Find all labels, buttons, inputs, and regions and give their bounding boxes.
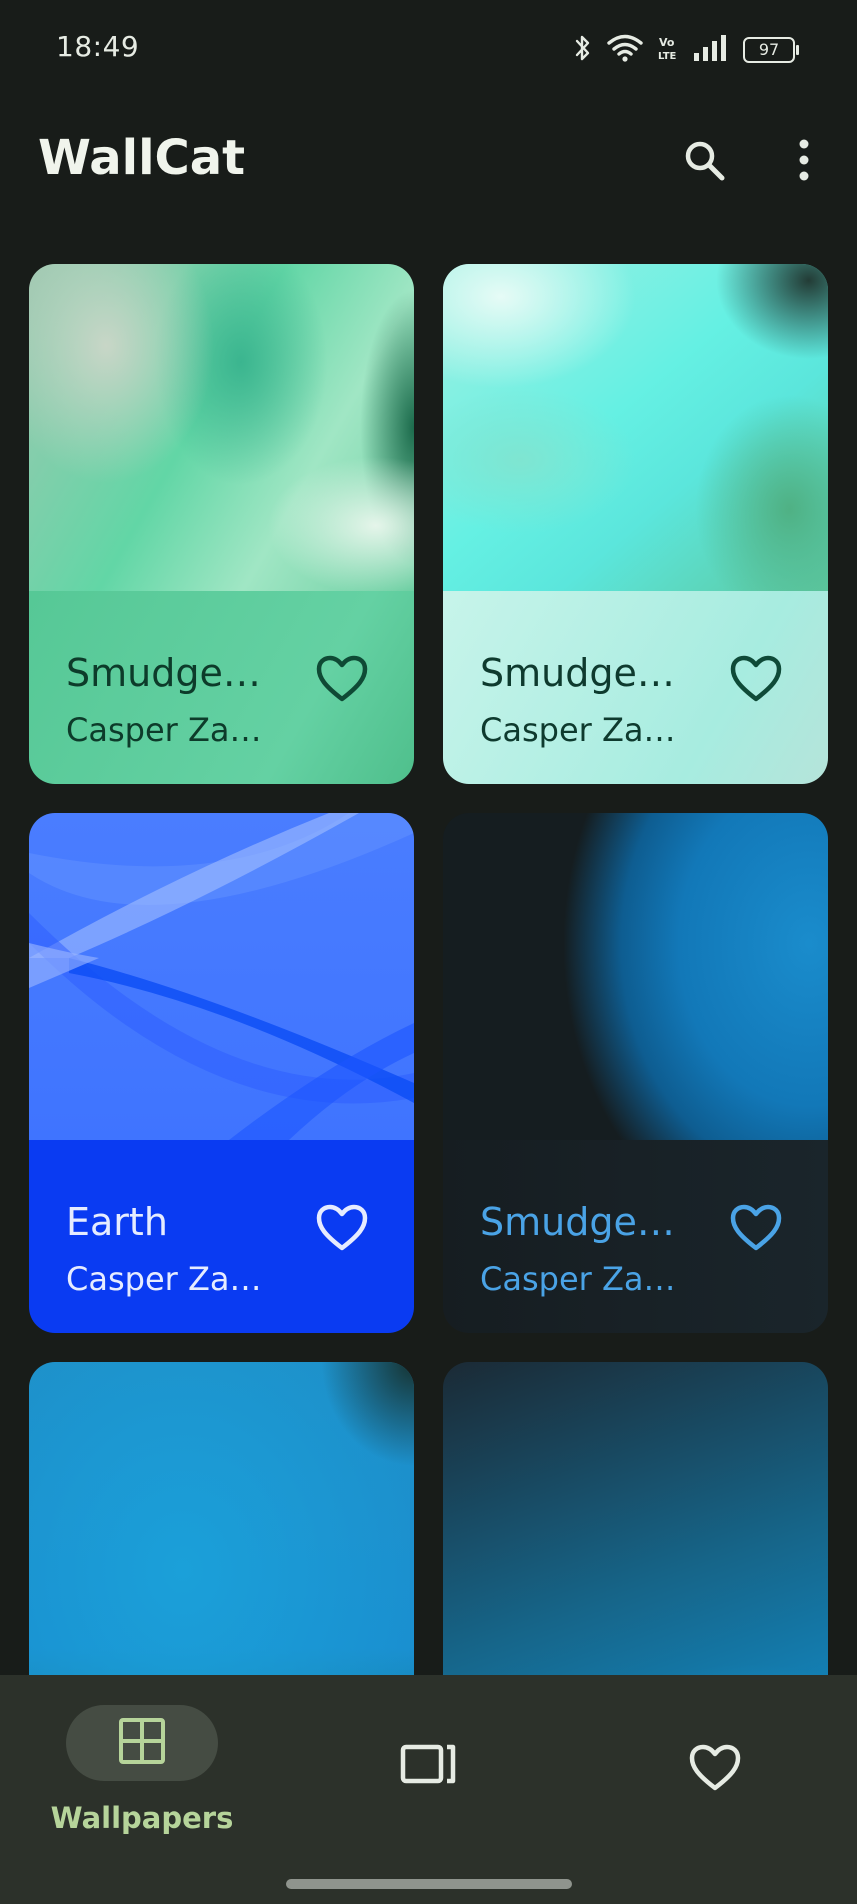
bottom-navigation: Wallpapers	[0, 1675, 857, 1904]
svg-text:Vo: Vo	[659, 36, 675, 49]
nav-item-collections[interactable]	[286, 1675, 572, 1904]
favorite-button[interactable]	[726, 651, 786, 711]
heart-outline-icon	[729, 1203, 783, 1257]
app-title: WallCat	[38, 130, 246, 186]
search-button[interactable]	[672, 130, 736, 194]
wallpaper-author: Casper Za…	[480, 1260, 676, 1298]
svg-text:LTE: LTE	[658, 51, 677, 62]
favorite-button[interactable]	[312, 1200, 372, 1260]
signal-icon	[693, 33, 729, 67]
wallpaper-card[interactable]: Earth Casper Za…	[29, 813, 414, 1333]
nav-item-favorites[interactable]	[572, 1675, 857, 1904]
card-footer: Smudge… Casper Za…	[443, 1140, 828, 1333]
wallpaper-thumbnail[interactable]	[443, 264, 828, 591]
wallpaper-title: Earth	[66, 1200, 168, 1244]
favorite-button[interactable]	[312, 651, 372, 711]
wallpaper-thumbnail[interactable]	[29, 813, 414, 1140]
home-indicator[interactable]	[286, 1879, 572, 1889]
heart-outline-icon	[315, 1203, 369, 1257]
wallpaper-card[interactable]: Smudge… Casper Za…	[443, 264, 828, 784]
favorite-button[interactable]	[726, 1200, 786, 1260]
wallpaper-title: Smudge…	[66, 651, 261, 695]
wallpaper-author: Casper Za…	[480, 711, 676, 749]
heart-icon	[688, 1743, 742, 1797]
more-vert-icon	[796, 138, 812, 186]
card-footer: Smudge… Casper Za…	[443, 591, 828, 784]
more-options-button[interactable]	[772, 130, 836, 194]
bluetooth-icon	[573, 33, 593, 67]
card-footer: Smudge… Casper Za…	[29, 591, 414, 784]
wallpaper-title: Smudge…	[480, 1200, 675, 1244]
status-icons: Vo LTE 97	[573, 30, 799, 70]
nav-active-indicator	[66, 1705, 218, 1781]
battery-icon: 97	[743, 37, 799, 63]
wallpaper-card[interactable]: Smudge… Casper Za…	[443, 813, 828, 1333]
wallpaper-thumbnail[interactable]	[443, 813, 828, 1140]
tablet-icon	[400, 1743, 458, 1789]
volte-icon: Vo LTE	[657, 33, 679, 67]
status-time: 18:49	[56, 30, 140, 63]
heart-outline-icon	[729, 654, 783, 708]
wallpaper-title: Smudge…	[480, 651, 675, 695]
heart-outline-icon	[315, 654, 369, 708]
wifi-icon	[607, 33, 643, 67]
wallpaper-author: Casper Za…	[66, 711, 262, 749]
card-footer: Earth Casper Za…	[29, 1140, 414, 1333]
wallpaper-author: Casper Za…	[66, 1260, 262, 1298]
nav-item-wallpapers[interactable]: Wallpapers	[28, 1675, 314, 1904]
status-bar: 18:49 Vo LTE 97	[0, 0, 857, 100]
wallpaper-thumbnail[interactable]	[29, 264, 414, 591]
search-icon	[680, 136, 728, 188]
nav-label-wallpapers: Wallpapers	[50, 1801, 234, 1835]
grid-icon	[118, 1717, 166, 1769]
wallpaper-card[interactable]: Smudge… Casper Za…	[29, 264, 414, 784]
